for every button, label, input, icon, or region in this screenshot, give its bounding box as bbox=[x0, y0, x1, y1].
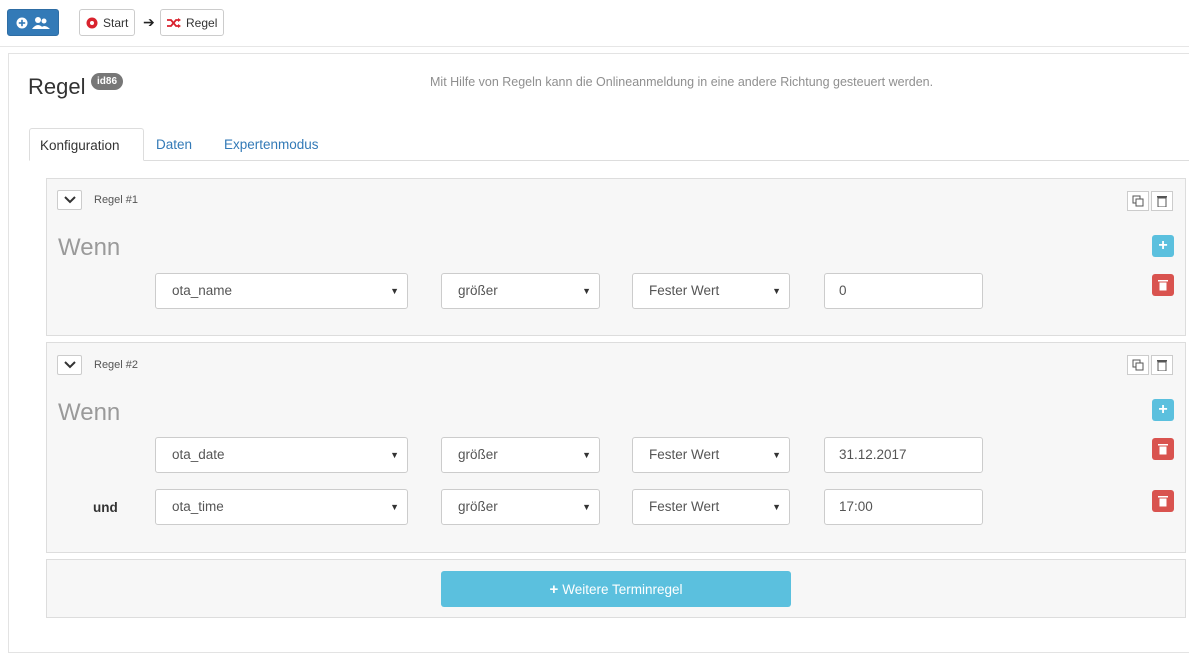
value-type-select-value: Fester Wert bbox=[649, 499, 720, 514]
add-condition-button[interactable]: + bbox=[1152, 399, 1174, 421]
caret-down-icon: ▼ bbox=[582, 450, 591, 460]
value-type-select[interactable]: Fester Wert ▼ bbox=[632, 437, 790, 473]
breadcrumb-start-label: Start bbox=[103, 15, 129, 30]
tabs-divider bbox=[29, 160, 1189, 161]
copy-icon bbox=[1132, 359, 1144, 371]
condition-heading: Wenn bbox=[58, 234, 121, 261]
value-input[interactable]: 31.12.2017 bbox=[824, 437, 983, 473]
delete-rule-button[interactable] bbox=[1151, 355, 1173, 375]
copy-button[interactable] bbox=[1127, 191, 1149, 211]
operator-select-value: größer bbox=[458, 447, 498, 462]
value-type-select[interactable]: Fester Wert ▼ bbox=[632, 489, 790, 525]
collapse-button[interactable] bbox=[57, 355, 82, 375]
value-type-select-value: Fester Wert bbox=[649, 447, 720, 462]
breadcrumb-start[interactable]: Start bbox=[79, 9, 136, 36]
tab-daten[interactable]: Daten bbox=[146, 128, 202, 161]
id-badge: id86 bbox=[91, 73, 124, 90]
operator-select-value: größer bbox=[458, 283, 498, 298]
caret-down-icon: ▼ bbox=[390, 450, 399, 460]
chevron-down-icon bbox=[63, 196, 76, 204]
rule-label: Regel #2 bbox=[94, 359, 139, 371]
caret-down-icon: ▼ bbox=[582, 286, 591, 296]
rule-panel bbox=[46, 178, 1186, 336]
copy-icon bbox=[1132, 195, 1144, 207]
breadcrumb-rule-label: Regel bbox=[186, 15, 218, 30]
trash-icon bbox=[1158, 496, 1168, 507]
copy-button[interactable] bbox=[1127, 355, 1149, 375]
delete-condition-button[interactable] bbox=[1152, 438, 1174, 460]
delete-condition-button[interactable] bbox=[1152, 490, 1174, 512]
add-rule-label: Weitere Terminregel bbox=[562, 581, 683, 597]
plus-icon: + bbox=[1158, 237, 1168, 254]
caret-down-icon: ▼ bbox=[772, 286, 781, 296]
caret-down-icon: ▼ bbox=[772, 450, 781, 460]
value-type-select[interactable]: Fester Wert ▼ bbox=[632, 273, 790, 309]
trash-icon bbox=[1157, 360, 1167, 371]
field-select-value: ota_time bbox=[172, 499, 224, 514]
value-input[interactable]: 17:00 bbox=[824, 489, 983, 525]
operator-select-value: größer bbox=[458, 499, 498, 514]
operator-select[interactable]: größer ▼ bbox=[441, 273, 600, 309]
value-input[interactable]: 0 bbox=[824, 273, 983, 309]
chevron-down-icon bbox=[63, 361, 76, 369]
add-rule-button[interactable]: + Weitere Terminregel bbox=[441, 571, 791, 607]
shuffle-icon bbox=[167, 17, 181, 28]
operator-select[interactable]: größer ▼ bbox=[441, 437, 600, 473]
arrow-right-icon: ➔ bbox=[143, 14, 155, 30]
collapse-button[interactable] bbox=[57, 190, 82, 210]
caret-down-icon: ▼ bbox=[772, 502, 781, 512]
add-condition-button[interactable]: + bbox=[1152, 235, 1174, 257]
operator-select[interactable]: größer ▼ bbox=[441, 489, 600, 525]
users-icon bbox=[32, 17, 50, 29]
field-select[interactable]: ota_name ▼ bbox=[155, 273, 408, 309]
delete-condition-button[interactable] bbox=[1152, 274, 1174, 296]
help-text: Mit Hilfe von Regeln kann die Onlineanme… bbox=[430, 75, 934, 89]
condition-heading: Wenn bbox=[58, 399, 121, 426]
value-type-select-value: Fester Wert bbox=[649, 283, 720, 298]
field-select-value: ota_date bbox=[172, 447, 225, 462]
stop-circle-icon bbox=[86, 17, 98, 28]
caret-down-icon: ▼ bbox=[390, 286, 399, 296]
caret-down-icon: ▼ bbox=[390, 502, 399, 512]
trash-icon bbox=[1158, 280, 1168, 291]
plus-circle-icon bbox=[16, 17, 28, 28]
plus-icon: + bbox=[1158, 401, 1168, 418]
trash-icon bbox=[1157, 196, 1167, 207]
caret-down-icon: ▼ bbox=[582, 502, 591, 512]
plus-icon: + bbox=[549, 580, 559, 598]
field-select-value: ota_name bbox=[172, 283, 233, 298]
trash-icon bbox=[1158, 444, 1168, 455]
page-title: Regel bbox=[28, 74, 86, 99]
tab-expertenmodus[interactable]: Expertenmodus bbox=[214, 128, 329, 161]
field-select[interactable]: ota_date ▼ bbox=[155, 437, 408, 473]
main-menu-button[interactable] bbox=[7, 9, 59, 36]
toolbar-divider bbox=[0, 46, 1189, 47]
field-select[interactable]: ota_time ▼ bbox=[155, 489, 408, 525]
delete-rule-button[interactable] bbox=[1151, 191, 1173, 211]
tab-konfiguration[interactable]: Konfiguration bbox=[29, 128, 144, 161]
breadcrumb-rule[interactable]: Regel bbox=[160, 9, 225, 36]
rule-label: Regel #1 bbox=[94, 194, 139, 206]
conjunction-label: und bbox=[93, 500, 118, 515]
